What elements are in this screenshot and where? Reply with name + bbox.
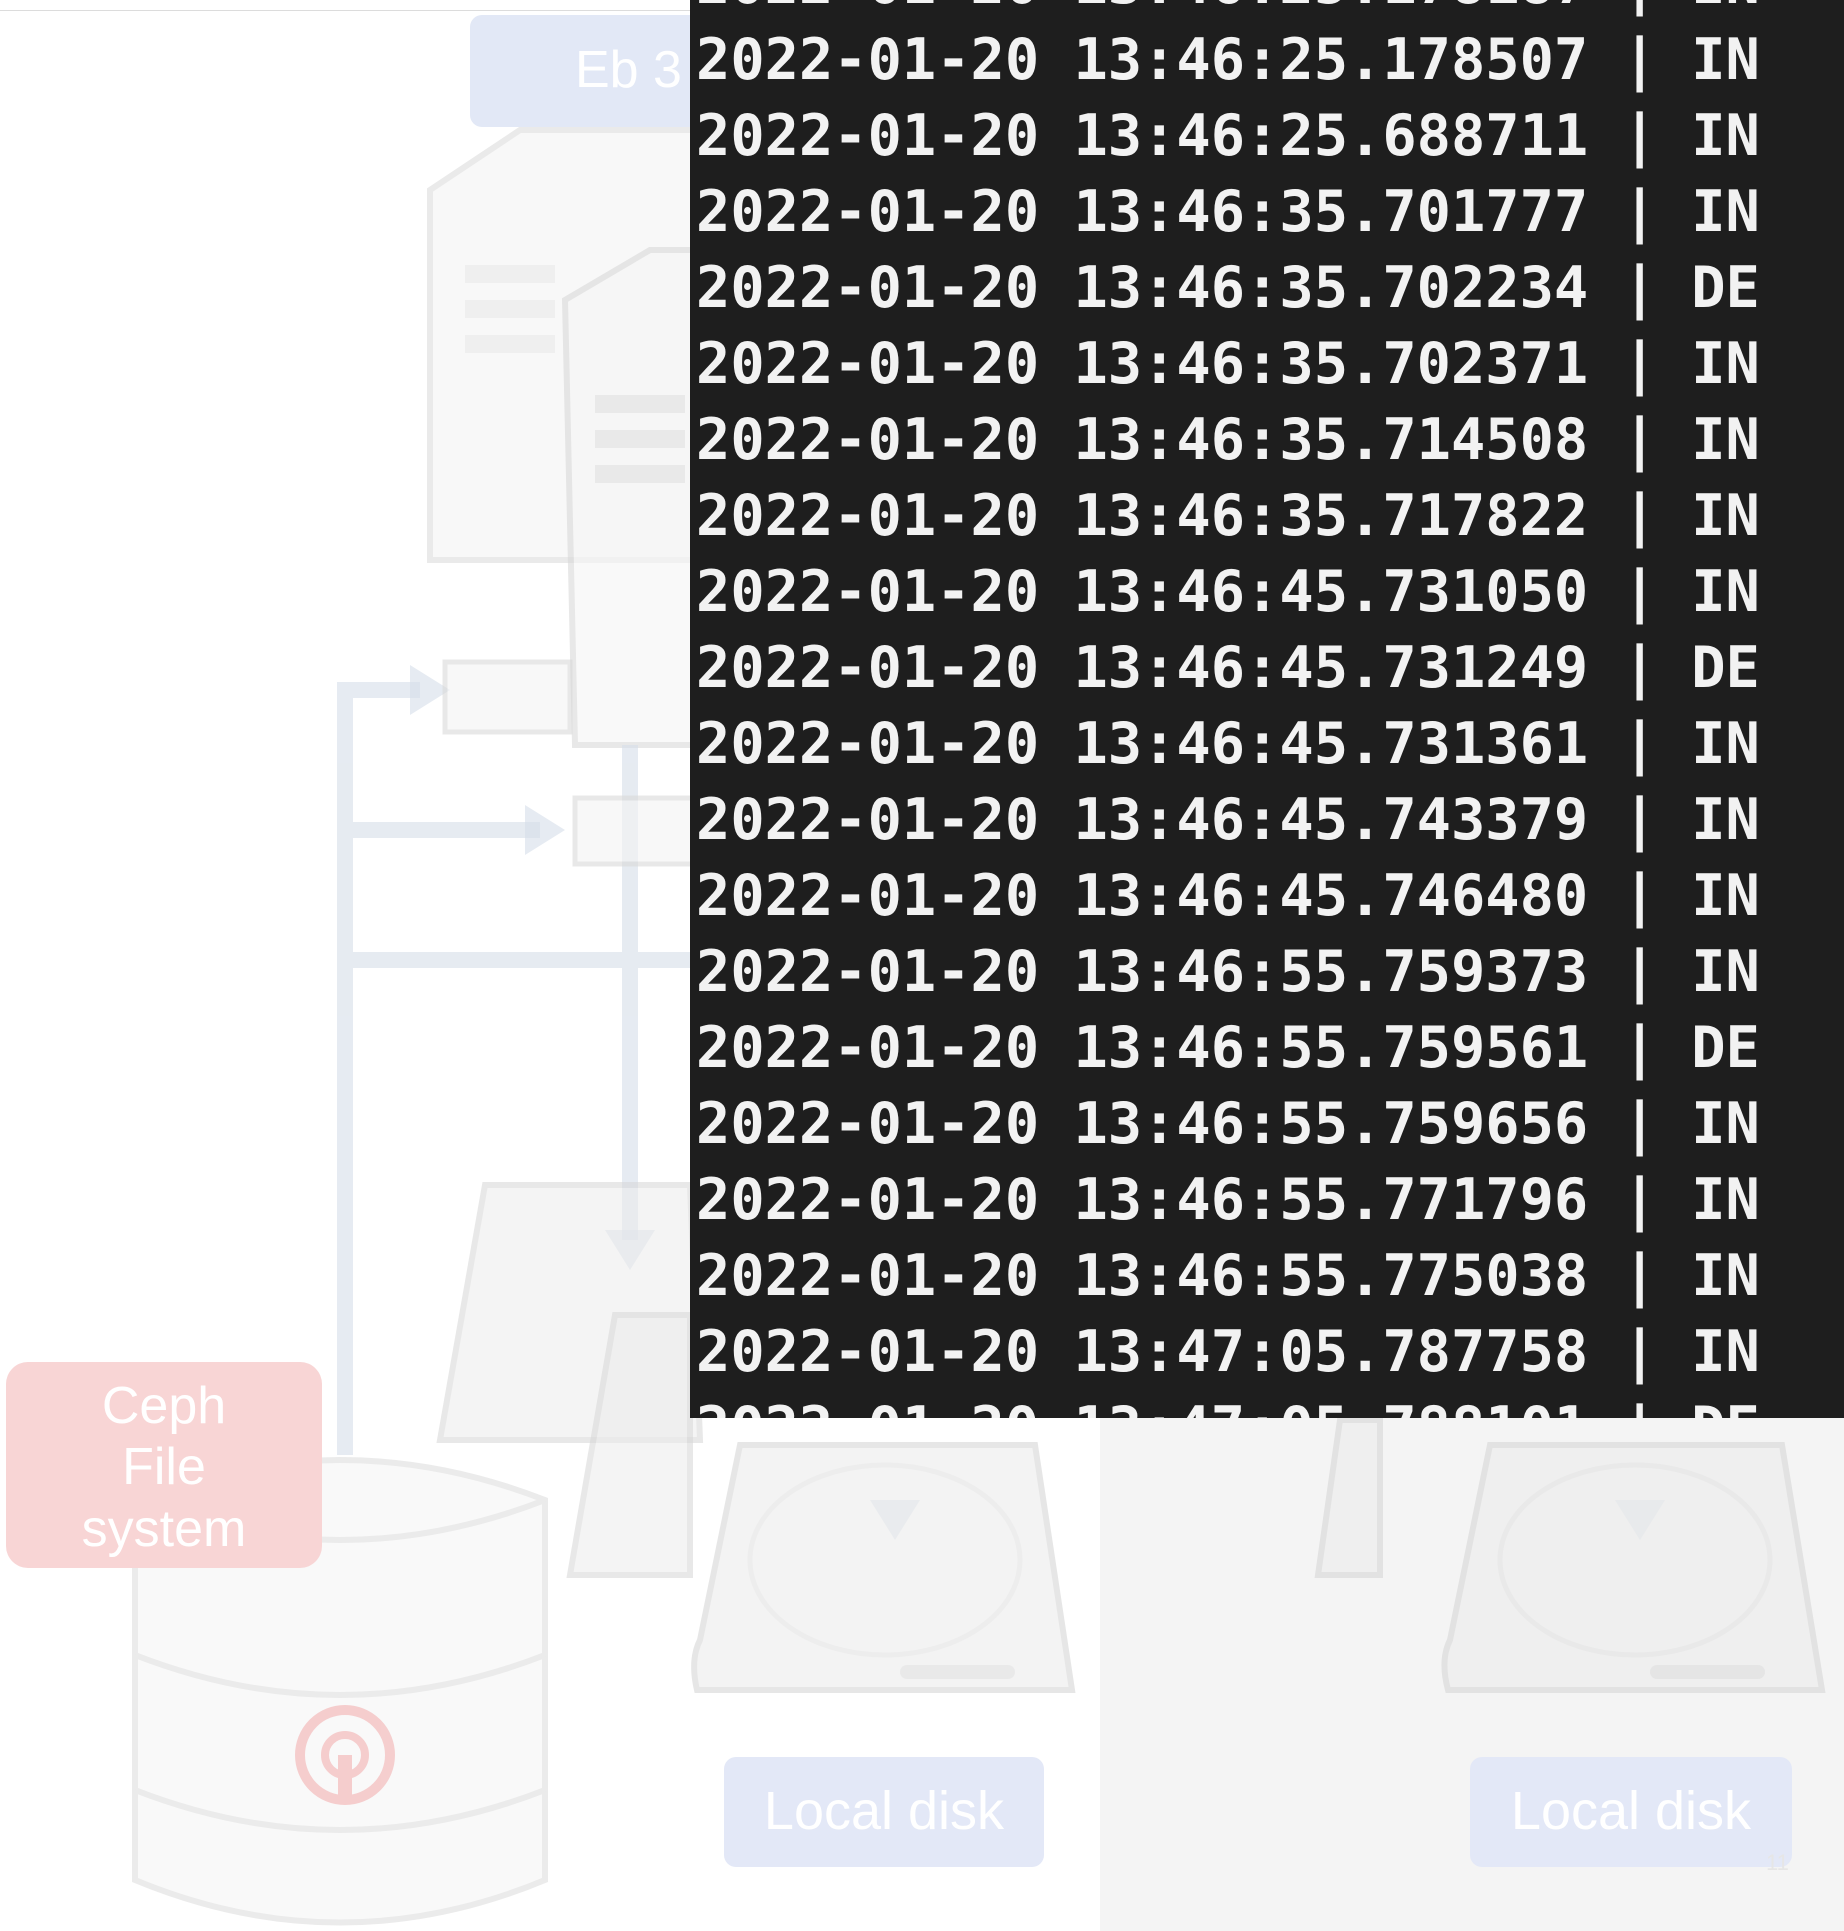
log-line: 2022-01-20 13:46:55.771796 | IN	[696, 1167, 1760, 1233]
terminal-window[interactable]: 2022-01-20 13:46:25.178187 | IN 2022-01-…	[690, 0, 1844, 1418]
ceph-filesystem-label: Ceph File system	[81, 1377, 247, 1558]
local-disk-label-box: Local disk	[724, 1757, 1044, 1867]
log-line: 2022-01-20 13:46:45.731050 | IN	[696, 559, 1760, 625]
log-line: 2022-01-20 13:47:05.787758 | IN	[696, 1319, 1760, 1385]
log-line: 2022-01-20 13:46:25.688711 | IN	[696, 103, 1760, 169]
log-line: 2022-01-20 13:46:35.702234 | DE	[696, 255, 1760, 321]
log-line: 2022-01-20 13:46:25.178507 | IN	[696, 27, 1760, 93]
log-line: 2022-01-20 13:46:35.717822 | IN	[696, 483, 1760, 549]
local-disk-label-box: Local disk	[1470, 1757, 1792, 1867]
hard-disk-icon	[691, 1442, 1076, 1693]
log-line: 2022-01-20 13:46:45.731249 | DE	[696, 635, 1760, 701]
local-disk-label: Local disk	[1510, 1781, 1752, 1842]
page-number: 11	[1766, 1850, 1789, 1875]
log-line: 2022-01-20 13:46:35.701777 | IN	[696, 179, 1760, 245]
log-line: 2022-01-20 13:46:35.702371 | IN	[696, 331, 1760, 397]
log-line: 2022-01-20 13:46:25.178187 | IN	[690, 0, 1760, 22]
log-output: 2022-01-20 13:46:25.178187 | IN 2022-01-…	[690, 0, 1760, 1418]
log-line: 2022-01-20 13:46:55.759561 | DE	[696, 1015, 1760, 1081]
log-line: 2022-01-20 13:46:55.759656 | IN	[696, 1091, 1760, 1157]
log-line: 2022-01-20 13:46:45.746480 | IN	[696, 863, 1760, 929]
log-line: 2022-01-20 13:47:05.788101 | DE	[690, 1390, 1760, 1418]
log-line: 2022-01-20 13:46:45.743379 | IN	[696, 787, 1760, 853]
log-line: 2022-01-20 13:46:55.759373 | IN	[696, 939, 1760, 1005]
ceph-filesystem-label-box: Ceph File system	[6, 1362, 322, 1568]
local-disk-label: Local disk	[763, 1781, 1005, 1842]
log-line: 2022-01-20 13:46:35.714508 | IN	[696, 407, 1760, 473]
log-line: 2022-01-20 13:46:45.731361 | IN	[696, 711, 1760, 777]
hard-disk-icon	[1314, 1417, 1826, 1693]
log-line: 2022-01-20 13:46:55.775038 | IN	[696, 1243, 1760, 1309]
node-label: Eb 3	[575, 41, 682, 100]
